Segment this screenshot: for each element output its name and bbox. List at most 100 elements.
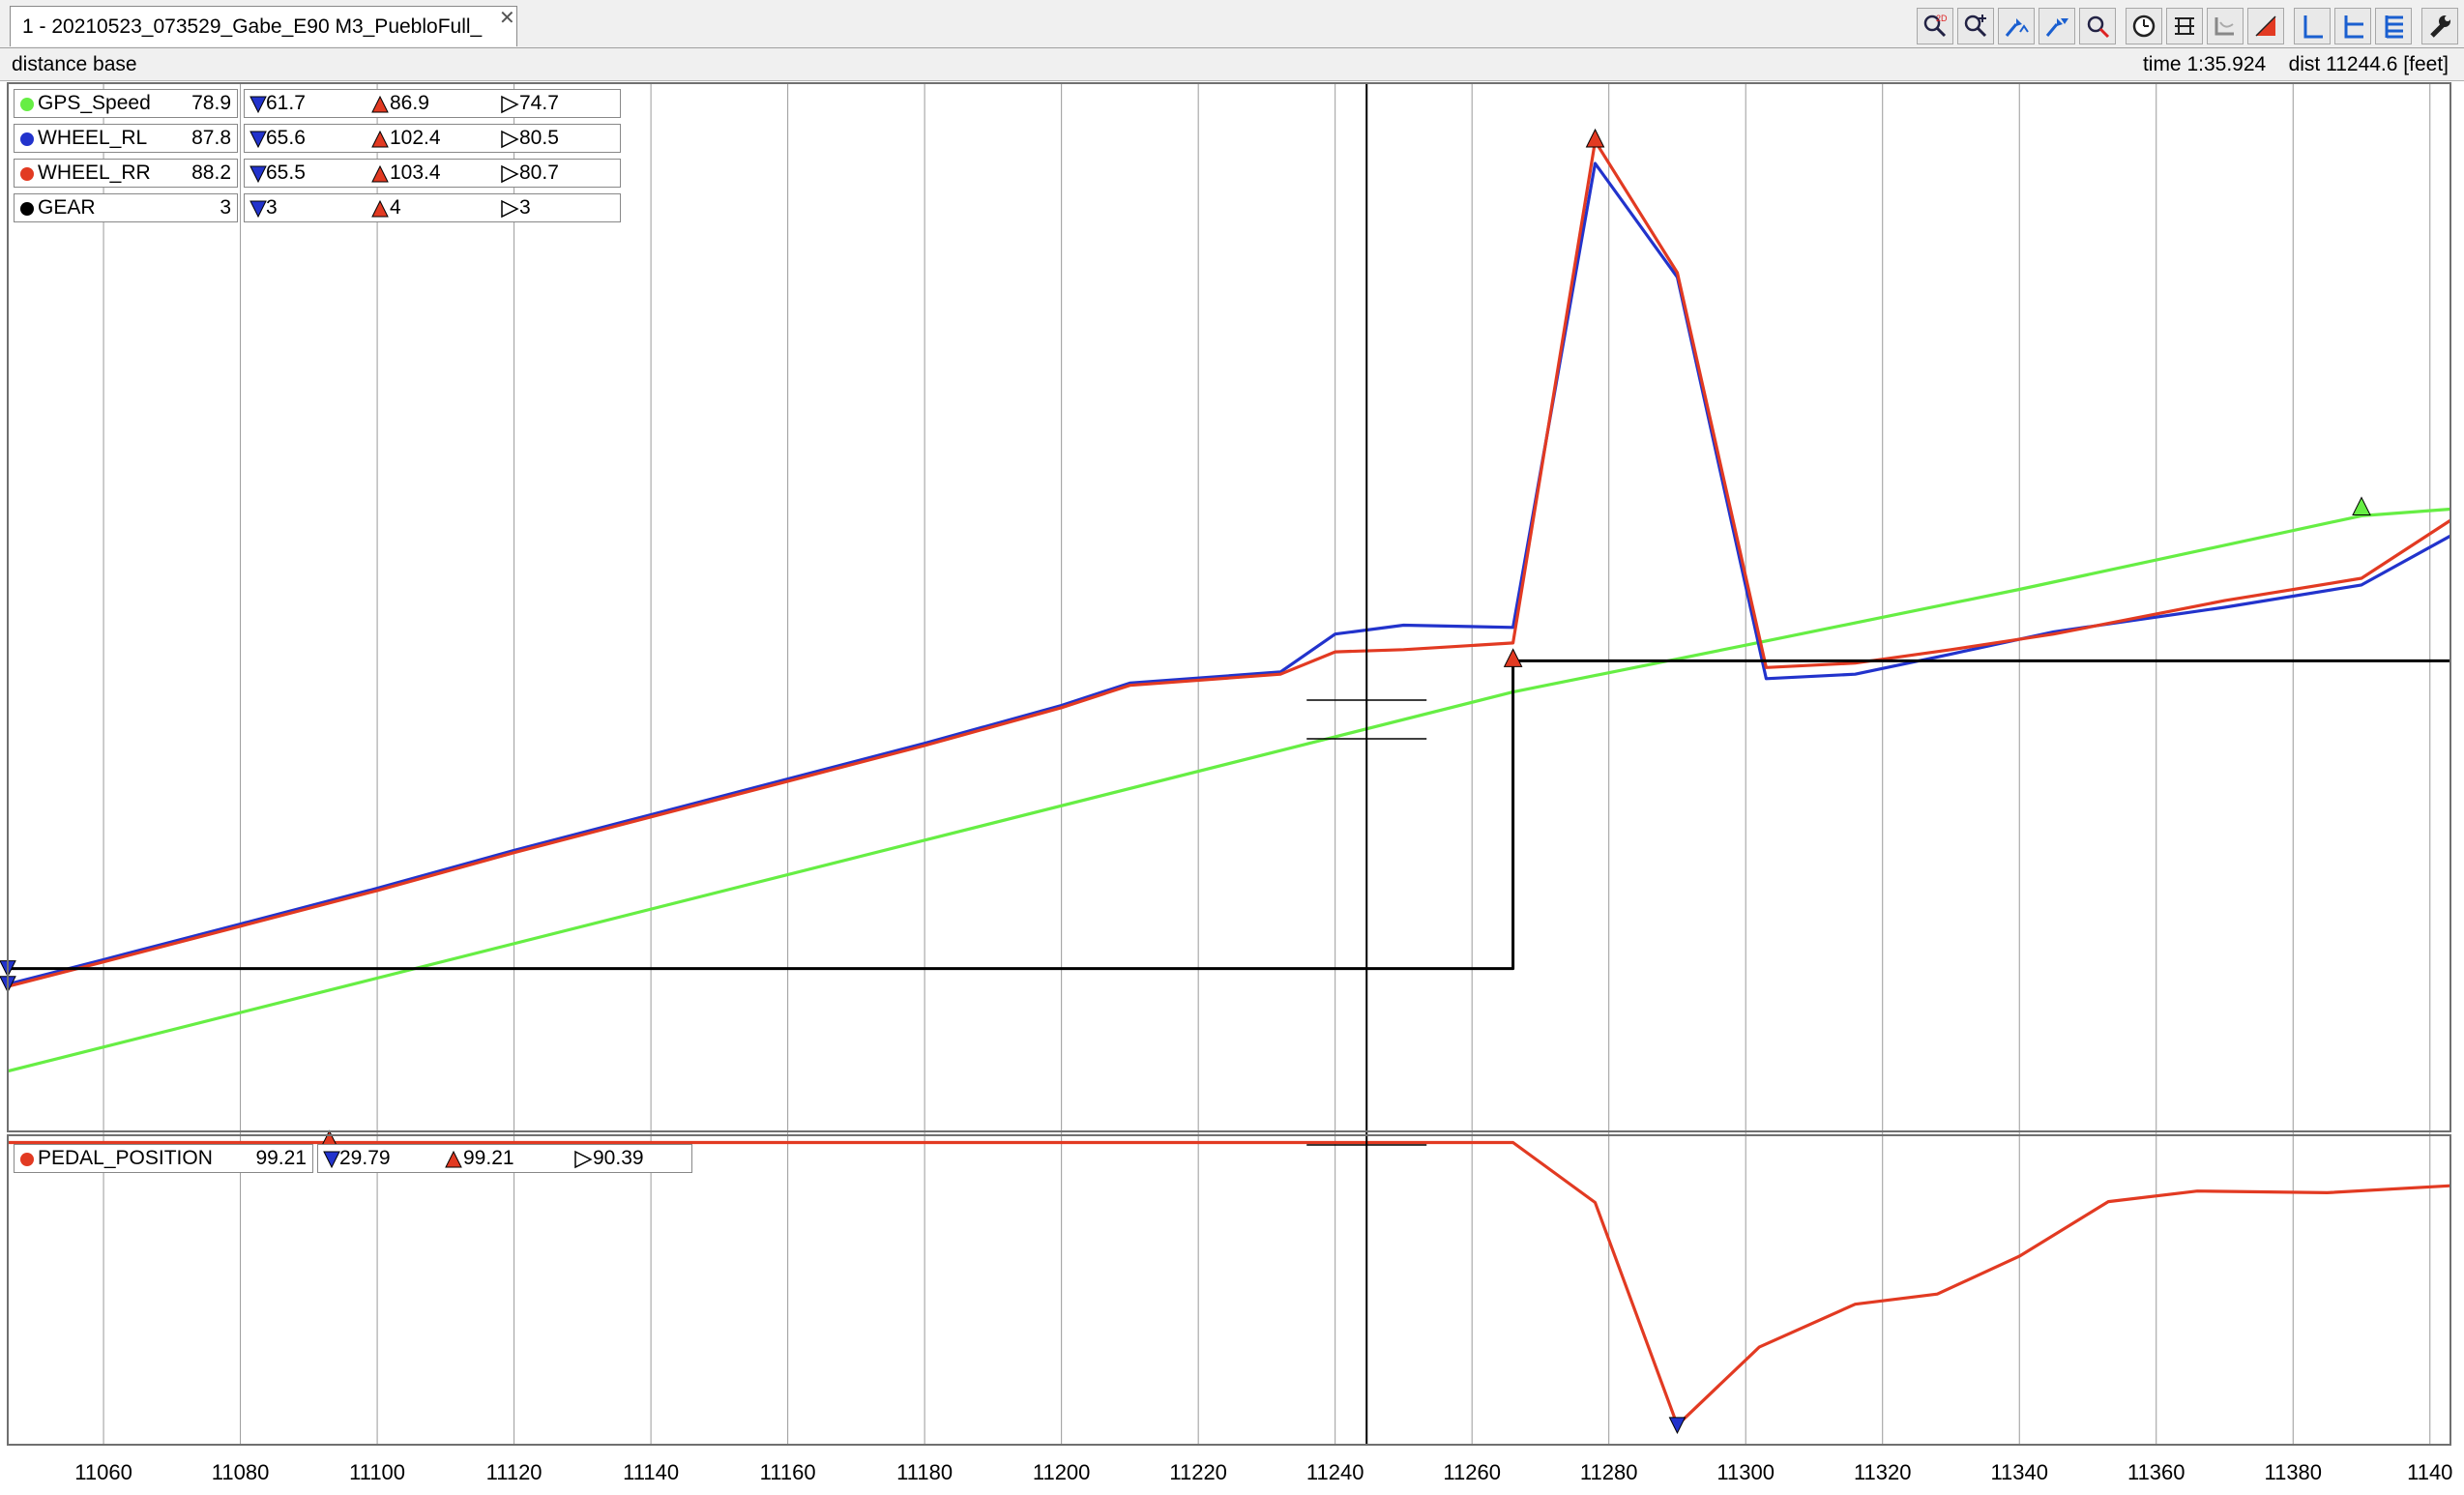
x-tick-label: 11300 [1716, 1460, 1775, 1484]
x-tick-label: 11340 [1990, 1460, 2048, 1484]
legend-stats: 65.6 102.4 80.5 [244, 124, 621, 153]
min-triangle-icon [249, 131, 267, 149]
document-tab[interactable]: 1 - 20210523_073529_Gabe_E90 M3_PuebloFu… [10, 6, 517, 46]
dist-unit: [feet] [2403, 53, 2449, 75]
legend-min-value: 65.5 [266, 161, 306, 184]
legend-avg-value: 3 [519, 196, 531, 219]
legend-max-value: 86.9 [390, 92, 429, 114]
x-tick-label: 11160 [760, 1460, 816, 1484]
toolbar: 2D [1917, 8, 2458, 46]
tab-title: 1 - 20210523_073529_Gabe_E90 M3_PuebloFu… [22, 15, 483, 38]
dist-value: 11244.6 [2326, 53, 2398, 75]
legend-max-value: 99.21 [463, 1147, 514, 1169]
zoom-in-button[interactable] [1957, 8, 1994, 44]
min-triangle-icon [249, 165, 267, 184]
x-tick-label: 11280 [1580, 1460, 1638, 1484]
cursor-readout: time 1:35.924 dist 11244.6 [feet] [2143, 48, 2449, 80]
layout-stacked-icon [2385, 15, 2403, 39]
legend-channel[interactable]: WHEEL_RR 88.2 [14, 159, 238, 188]
x-tick-label: 11240 [1306, 1460, 1364, 1484]
legend-channel[interactable]: GEAR 3 [14, 193, 238, 222]
legend-channel[interactable]: WHEEL_RL 87.8 [14, 124, 238, 153]
legend-avg-value: 80.7 [519, 161, 559, 184]
legend-current-value: 99.21 [255, 1147, 307, 1169]
max-triangle-icon [371, 130, 389, 148]
series-dot-icon [20, 202, 34, 216]
zoom-2d-button[interactable]: 2D [1917, 8, 1953, 44]
series-line-pedal-position [8, 1140, 2451, 1427]
min-triangle-icon [249, 200, 267, 219]
time-value: 1:35.924 [2186, 53, 2267, 75]
max-triangle-icon [445, 1150, 462, 1168]
legend-max-value: 103.4 [390, 161, 441, 184]
x-tick-label: 11100 [349, 1460, 405, 1484]
avg-triangle-icon [501, 199, 519, 219]
zoom-marker-button[interactable] [2039, 8, 2075, 44]
svg-text:2D: 2D [1936, 14, 1948, 23]
max-marker [2352, 496, 2371, 516]
x-tick-label: 11120 [486, 1460, 543, 1484]
legend-series-name: PEDAL_POSITION [38, 1147, 213, 1169]
info-bar: distance base time 1:35.924 dist 11244.6… [0, 48, 2464, 81]
series-dot-icon [20, 167, 34, 181]
properties-button[interactable] [2421, 8, 2458, 44]
legend-channel[interactable]: PEDAL_POSITION 99.21 [14, 1144, 313, 1173]
legend-current-value: 3 [220, 196, 231, 219]
max-triangle-icon [371, 199, 389, 218]
tab-bar: 1 - 20210523_073529_Gabe_E90 M3_PuebloFu… [0, 0, 2464, 48]
min-triangle-icon [249, 96, 267, 114]
time-base-button[interactable] [2126, 8, 2162, 44]
legend-series-name: GPS_Speed [38, 92, 151, 114]
base-mode-label: distance base [12, 53, 137, 75]
overlay-icon [2215, 17, 2234, 36]
legend-current-value: 88.2 [191, 161, 231, 184]
magnifier-icon [2087, 15, 2110, 39]
x-tick-label: 11200 [1033, 1460, 1091, 1484]
magnifier-2d-icon: 2D [1923, 14, 1948, 38]
zoom-range-button[interactable] [1998, 8, 2035, 44]
distance-base-button[interactable] [2166, 8, 2203, 44]
dist-label: dist [2288, 53, 2321, 75]
max-triangle-icon [371, 164, 389, 183]
legend-min-value: 65.6 [266, 127, 306, 149]
magnifier-plus-icon [1964, 15, 1987, 38]
layout-split-button[interactable] [2334, 8, 2371, 44]
max-marker [1585, 128, 1605, 148]
x-tick-label: 1140 [2407, 1460, 2452, 1484]
legend-max-value: 4 [390, 196, 401, 219]
series-dot-icon [20, 1153, 34, 1166]
x-tick-label: 11080 [212, 1460, 270, 1484]
zoom-range-icon [2005, 18, 2029, 37]
legend-avg-value: 74.7 [519, 92, 559, 114]
series-line-wheel-rr [7, 139, 2451, 988]
max-triangle-icon [371, 95, 389, 113]
close-icon[interactable]: ✕ [499, 9, 515, 28]
series-dot-icon [20, 98, 34, 111]
avg-triangle-icon [501, 95, 519, 114]
time-label: time [2142, 53, 2182, 75]
legend-series-name: GEAR [38, 196, 96, 219]
min-max-icon [2255, 15, 2276, 37]
x-tick-label: 11360 [2127, 1460, 2185, 1484]
legend-min-value: 61.7 [266, 92, 306, 114]
legend-series-name: WHEEL_RR [38, 161, 151, 184]
zoom-reset-button[interactable] [2079, 8, 2116, 44]
legend-avg-value: 90.39 [593, 1147, 644, 1169]
layout-single-icon [2303, 15, 2323, 39]
x-tick-label: 11260 [1443, 1460, 1501, 1484]
legend-current-value: 78.9 [191, 92, 231, 114]
pane-frame-bottom [7, 1134, 2451, 1446]
distance-icon [2175, 17, 2194, 35]
x-tick-label: 11220 [1169, 1460, 1227, 1484]
data-plot[interactable]: 11060 11080 11100 11120 11140 11160 11180 11200… [0, 81, 2464, 1495]
overlay-button[interactable] [2207, 8, 2244, 44]
layout-single-button[interactable] [2294, 8, 2331, 44]
legend-current-value: 87.8 [191, 127, 231, 149]
max-marker [1503, 648, 1523, 667]
avg-triangle-icon [501, 130, 519, 149]
legend-channel[interactable]: GPS_Speed 78.9 [14, 89, 238, 118]
clock-icon [2132, 15, 2156, 38]
x-tick-label: 11380 [2264, 1460, 2322, 1484]
min-max-button[interactable] [2247, 8, 2284, 44]
layout-stacked-button[interactable] [2375, 8, 2412, 44]
